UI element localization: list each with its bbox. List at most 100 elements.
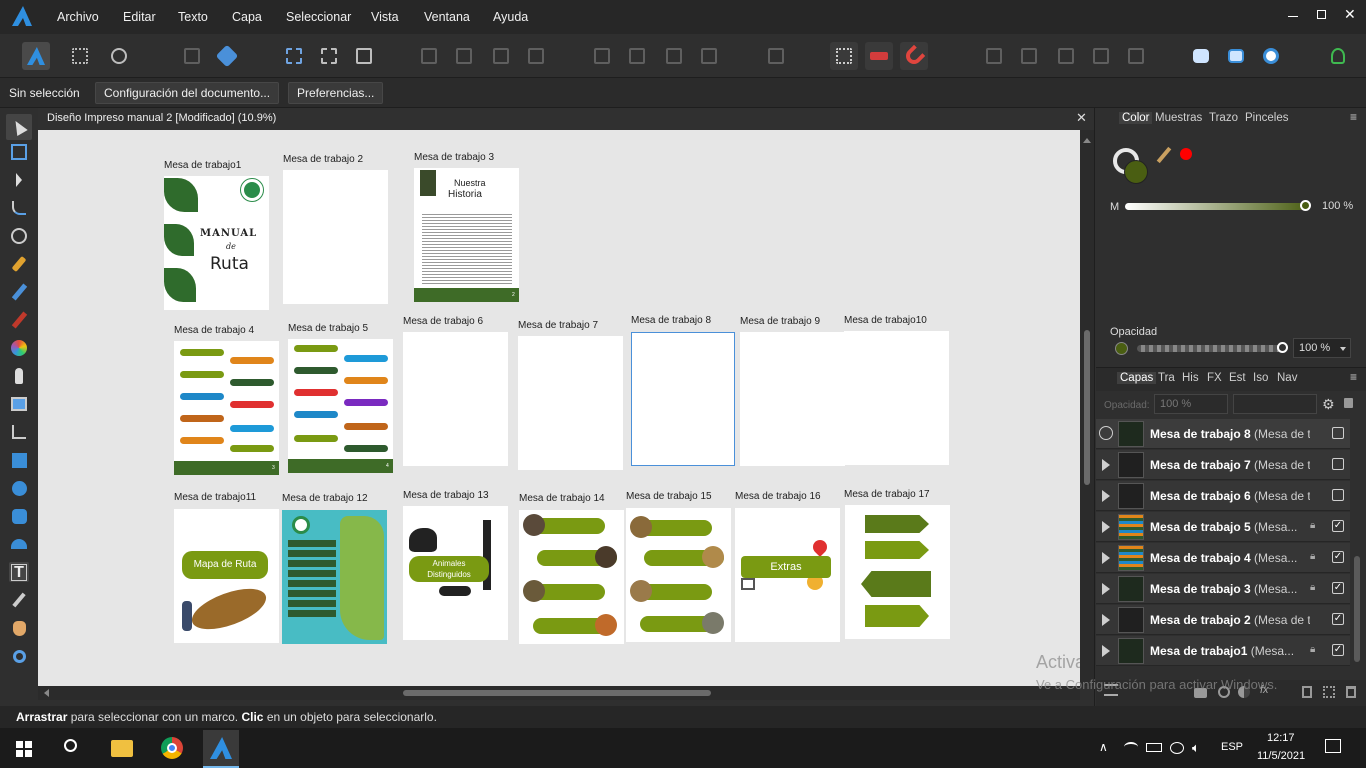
expand-layer-icon[interactable] <box>1102 645 1110 657</box>
artboard-label[interactable]: Mesa de trabajo 16 <box>735 491 821 502</box>
node-tool-icon[interactable] <box>9 170 29 190</box>
new-layer-icon[interactable] <box>1302 686 1312 698</box>
visibility-checkbox[interactable] <box>1332 458 1344 470</box>
rounded-rect-tool-icon[interactable] <box>9 506 29 526</box>
layers-scrollbar[interactable] <box>1354 556 1360 662</box>
menu-archivo[interactable]: Archivo <box>57 10 99 24</box>
close-icon[interactable]: ✕ <box>1344 6 1356 23</box>
user-icon[interactable] <box>1324 42 1352 70</box>
layer-name[interactable]: Mesa de trabajo1 (Mesa... <box>1150 644 1310 658</box>
lock-icon[interactable]: 🔒︎ <box>1310 644 1320 656</box>
select-all-icon[interactable] <box>280 42 308 70</box>
color-slider-handle[interactable] <box>1300 200 1311 211</box>
opacity-value-field[interactable]: 100 % <box>1293 338 1351 358</box>
artboard-16[interactable]: Extras <box>735 508 840 642</box>
file-explorer-icon[interactable] <box>111 740 133 757</box>
panel-menu-icon[interactable]: ≡ <box>1350 110 1357 124</box>
boolean-divide-icon[interactable] <box>1122 42 1150 70</box>
transparency-tool-icon[interactable] <box>9 366 29 386</box>
trash-icon[interactable] <box>1346 686 1356 698</box>
lock-icon[interactable]: 🔒︎ <box>1310 551 1320 563</box>
artboard-label[interactable]: Mesa de trabajo 5 <box>288 323 368 334</box>
artboard-label[interactable]: Mesa de trabajo 3 <box>414 152 494 163</box>
artboard-label[interactable]: Mesa de trabajo 8 <box>631 315 711 326</box>
pixel-persona-icon[interactable] <box>66 42 94 70</box>
pencil-tool-icon[interactable] <box>9 282 29 302</box>
layer-row[interactable]: Mesa de trabajo 5 (Mesa... 🔒︎ ✓ <box>1096 512 1350 542</box>
battery-icon[interactable] <box>1146 743 1162 752</box>
layer-row[interactable]: Mesa de trabajo 6 (Mesa de t... <box>1096 481 1350 511</box>
rectangle-tool-icon[interactable] <box>9 450 29 470</box>
expand-layer-icon[interactable] <box>1102 614 1110 626</box>
opacity-slider-handle[interactable] <box>1277 342 1288 353</box>
expand-layer-icon[interactable] <box>1099 426 1113 440</box>
visibility-checkbox[interactable]: ✓ <box>1332 644 1344 656</box>
pen-tool-icon[interactable] <box>9 254 29 274</box>
tab-history[interactable]: His <box>1182 372 1199 384</box>
color-slider-value[interactable]: 100 % <box>1322 200 1353 212</box>
battery-saver-icon[interactable] <box>1170 742 1184 754</box>
panel-menu-icon[interactable]: ≡ <box>1350 370 1357 384</box>
boolean-add-icon[interactable] <box>980 42 1008 70</box>
tab-swatches[interactable]: Muestras <box>1155 112 1202 124</box>
notifications-icon[interactable] <box>1325 739 1341 753</box>
layer-name[interactable]: Mesa de trabajo 2 (Mesa de t... <box>1150 613 1310 627</box>
ellipse-tool-icon[interactable] <box>9 478 29 498</box>
rotate-left-icon[interactable] <box>660 42 688 70</box>
menu-capa[interactable]: Capa <box>232 10 262 24</box>
crop-tool-icon[interactable] <box>9 422 29 442</box>
menu-ventana[interactable]: Ventana <box>424 10 470 24</box>
gear-icon[interactable]: ⚙ <box>1322 396 1335 413</box>
document-setup-button[interactable]: Configuración del documento... <box>95 82 280 104</box>
layer-name[interactable]: Mesa de trabajo 8 (Mesa de t... <box>1150 427 1310 441</box>
opacity-slider[interactable] <box>1137 345 1285 352</box>
visibility-checkbox[interactable]: ✓ <box>1332 613 1344 625</box>
app-logo-icon[interactable] <box>12 6 32 26</box>
visibility-checkbox[interactable] <box>1332 427 1344 439</box>
scroll-thumb[interactable] <box>403 690 711 696</box>
expand-layer-icon[interactable] <box>1102 490 1110 502</box>
select-inverse-icon[interactable] <box>315 42 343 70</box>
clock-date[interactable]: 11/5/2021 <box>1257 750 1305 762</box>
layer-row[interactable]: Mesa de trabajo 2 (Mesa de t... ✓ <box>1096 605 1350 635</box>
point-transform-icon[interactable] <box>9 226 29 246</box>
eyedropper-tool-icon[interactable] <box>9 590 29 610</box>
tab-brushes[interactable]: Pinceles <box>1245 112 1288 124</box>
artboard-tool-icon[interactable] <box>9 142 29 162</box>
artboard-10[interactable] <box>844 331 949 465</box>
lock-icon[interactable]: 🔒︎ <box>1310 520 1320 532</box>
chevron-down-icon[interactable] <box>1340 347 1346 351</box>
shape-tool-icon[interactable] <box>9 534 29 554</box>
menu-texto[interactable]: Texto <box>178 10 208 24</box>
tab-transform[interactable]: Tra <box>1158 372 1175 384</box>
insert-top-icon[interactable] <box>1222 42 1250 70</box>
flip-vertical-icon[interactable] <box>623 42 651 70</box>
color-slider[interactable] <box>1125 203 1310 210</box>
grid-icon[interactable] <box>830 42 858 70</box>
fill-color-swatch[interactable] <box>1124 160 1148 184</box>
boolean-xor-icon[interactable] <box>1087 42 1115 70</box>
designer-persona-icon[interactable] <box>22 42 50 70</box>
volume-icon[interactable]: 🔈︎ <box>1192 740 1200 756</box>
snapping-settings-icon[interactable] <box>213 42 241 70</box>
artboard-14[interactable] <box>519 510 624 644</box>
tab-stroke[interactable]: Trazo <box>1209 112 1238 124</box>
artboard-4[interactable]: 3 <box>174 341 279 475</box>
horizontal-scrollbar[interactable] <box>38 686 1080 700</box>
artboard-label[interactable]: Mesa de trabajo 6 <box>403 316 483 327</box>
export-persona-icon[interactable] <box>105 42 133 70</box>
visibility-checkbox[interactable]: ✓ <box>1332 551 1344 563</box>
align-icon[interactable] <box>762 42 790 70</box>
scroll-left-icon[interactable] <box>44 689 49 697</box>
snapping-icon[interactable] <box>865 42 893 70</box>
hand-tool-icon[interactable] <box>9 618 29 638</box>
arrange-backward-icon[interactable] <box>450 42 478 70</box>
clock-time[interactable]: 12:17 <box>1267 732 1295 744</box>
artboard-label[interactable]: Mesa de trabajo 9 <box>740 316 820 327</box>
expand-layer-icon[interactable] <box>1102 521 1110 533</box>
artboard-label[interactable]: Mesa de trabajo11 <box>174 492 256 503</box>
layer-row[interactable]: Mesa de trabajo 4 (Mesa... 🔒︎ ✓ <box>1096 543 1350 573</box>
visibility-checkbox[interactable]: ✓ <box>1332 520 1344 532</box>
layer-row[interactable]: Mesa de trabajo 3 (Mesa... 🔒︎ ✓ <box>1096 574 1350 604</box>
arrange-front-icon[interactable] <box>522 42 550 70</box>
